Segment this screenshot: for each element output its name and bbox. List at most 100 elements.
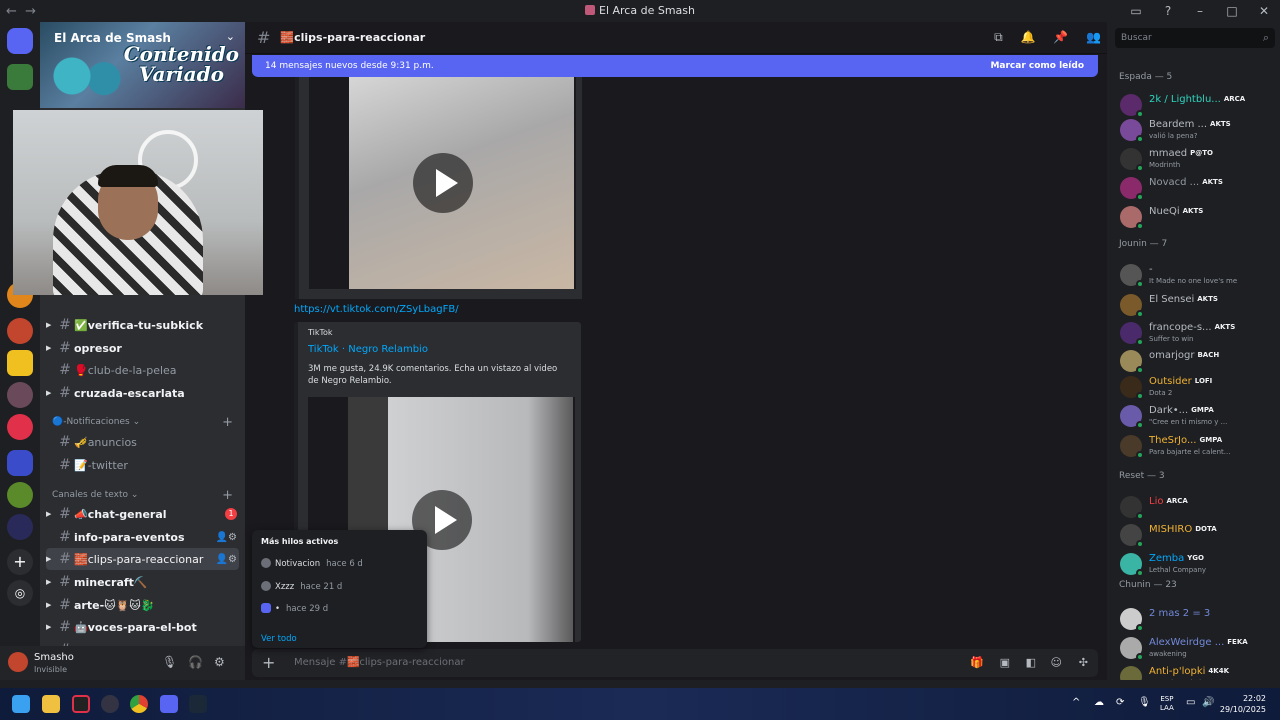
channel-clips-para-reaccionar[interactable]: ▶ # 🧱clips-para-reaccionar 👤⚙ — [46, 548, 239, 570]
server-icon[interactable] — [7, 64, 33, 90]
member-item[interactable]: francope-s... AKTS Suffer to win — [1117, 320, 1277, 346]
embed-title[interactable]: TikTok · Negro Relambio — [308, 344, 428, 355]
channel-anuncios[interactable]: # 🎺anuncios — [46, 431, 239, 453]
clock[interactable]: 22:02 29/10/2025 — [1220, 693, 1266, 715]
threads-icon[interactable]: ⧉ — [994, 30, 1003, 44]
channel-twitter[interactable]: # 📝-twitter — [46, 454, 239, 476]
member-item[interactable]: TheSrJo... GMPA Para bajarte el calent... — [1117, 433, 1277, 459]
display-icon[interactable]: ▭ — [1186, 697, 1195, 708]
discover-icon[interactable]: ◎ — [7, 580, 33, 606]
app-icon[interactable] — [101, 695, 119, 713]
category-notificaciones[interactable]: 🔵-Notificaciones ⌄ + — [52, 415, 237, 430]
discord-home-icon[interactable] — [7, 28, 33, 54]
member-item[interactable]: Dark•... GMPA "Cree en ti mismo y ... — [1117, 403, 1277, 429]
add-channel-icon[interactable]: + — [222, 488, 233, 503]
file-explorer-icon[interactable] — [42, 695, 60, 713]
add-server-icon[interactable]: + — [7, 549, 33, 575]
member-activity: Lethal Company — [1149, 566, 1207, 574]
member-item[interactable]: 2 mas 2 = 3 — [1117, 606, 1277, 632]
gift-icon[interactable]: 🎁 — [970, 656, 984, 669]
member-activity: awakening — [1149, 650, 1187, 658]
member-item[interactable]: MISHIRO DOTA — [1117, 522, 1277, 548]
member-item[interactable]: Outsider LOFI Dota 2 — [1117, 374, 1277, 400]
channel-opresor[interactable]: ▶ # opresor — [46, 337, 239, 359]
sticker-icon[interactable]: ◧ — [1026, 656, 1036, 669]
thread-item[interactable]: Notivacion hace 6 d — [261, 558, 421, 569]
thread-item[interactable]: Xzzz hace 21 d — [261, 581, 421, 592]
member-item[interactable]: mmaed P@TO Modrinth — [1117, 146, 1277, 172]
member-item[interactable]: El Sensei AKTS — [1117, 292, 1277, 318]
message-link[interactable]: https://vt.tiktok.com/ZSyLbagFB/ — [294, 304, 459, 315]
bell-icon[interactable]: 🔔 — [1020, 30, 1035, 44]
server-icon[interactable] — [7, 350, 33, 376]
attach-plus-icon[interactable]: + — [262, 653, 275, 672]
member-item[interactable]: Novacd ... AKTS — [1117, 175, 1277, 201]
see-all-link[interactable]: Ver todo — [261, 634, 297, 644]
maximize-button[interactable]: □ — [1216, 4, 1248, 18]
channel-settings-icon[interactable]: 👤⚙ — [216, 554, 237, 565]
channel-verifica[interactable]: ▶ # ✅verifica-tu-subkick — [46, 314, 239, 336]
gear-icon[interactable]: ⚙ — [214, 655, 225, 669]
microphone-icon[interactable]: 🎙 — [162, 655, 177, 669]
language-indicator[interactable]: ESP LAA — [1160, 695, 1174, 713]
chevron-up-icon[interactable]: ^ — [1072, 697, 1080, 708]
sync-icon[interactable]: ⟳ — [1116, 697, 1124, 708]
help-icon[interactable]: ? — [1152, 4, 1184, 18]
mark-as-read-button[interactable]: Marcar como leído — [990, 61, 1084, 71]
category-texto[interactable]: Canales de texto ⌄ + — [52, 488, 237, 503]
channel-info-para-eventos[interactable]: # info-para-eventos 👤⚙ — [46, 526, 239, 548]
minimize-button[interactable]: – — [1184, 4, 1216, 18]
member-item[interactable]: NueQi AKTS — [1117, 204, 1277, 230]
microphone-icon[interactable]: 🎙 — [1138, 697, 1151, 708]
server-icon[interactable] — [7, 318, 33, 344]
member-item[interactable]: Zemba YGO Lethal Company — [1117, 551, 1277, 577]
message-composer[interactable]: + Mensaje #🧱clips-para-reaccionar 🎁 ▣ ◧ … — [252, 649, 1098, 677]
member-item[interactable]: omarjogr BACH — [1117, 348, 1277, 374]
active-threads-popup: Más hilos activos Notivacion hace 6 d Xzz… — [252, 530, 427, 648]
inbox-icon[interactable]: ▭ — [1120, 4, 1152, 18]
message-input[interactable]: Mensaje #🧱clips-para-reaccionar — [294, 657, 465, 668]
member-item[interactable]: - It Made no one love's me — [1117, 262, 1277, 288]
member-item[interactable]: Lio ARCA — [1117, 494, 1277, 520]
server-banner[interactable]: El Arca de Smash ⌄ Contenido Variado — [40, 22, 245, 108]
avatar[interactable] — [8, 652, 28, 672]
play-icon[interactable] — [412, 153, 473, 213]
channel-info-niveles-check[interactable]: ▶#info-niveles-check — [46, 639, 239, 646]
volume-icon[interactable]: 🔊 — [1202, 697, 1214, 708]
server-icon[interactable] — [7, 482, 33, 508]
server-icon[interactable] — [7, 414, 33, 440]
app-icon[interactable] — [72, 695, 90, 713]
gif-icon[interactable]: ▣ — [1000, 656, 1010, 669]
channel-voces-para-el-bot[interactable]: ▶ # 🤖voces-para-el-bot — [46, 616, 239, 638]
server-icon[interactable] — [7, 382, 33, 408]
add-channel-icon[interactable]: + — [222, 415, 233, 430]
apps-icon[interactable]: ✣ — [1079, 656, 1088, 669]
member-item[interactable]: Beardem ... AKTS valió la pena? — [1117, 117, 1277, 143]
member-item[interactable]: AlexWeirdge ... FEKA awakening — [1117, 635, 1277, 661]
channel-settings-icon[interactable]: 👤⚙ — [216, 532, 237, 543]
channel-cruzada-escarlata[interactable]: ▶ # cruzada-escarlata — [46, 382, 239, 404]
thread-item[interactable]: • hace 29 d — [261, 603, 421, 614]
folder-icon[interactable] — [7, 450, 33, 476]
members-icon[interactable]: 👥 — [1086, 30, 1101, 44]
windows-start-icon[interactable] — [12, 695, 30, 713]
channel-arte[interactable]: ▶ # arte-🐱🦉🐱🐉 — [46, 594, 239, 616]
new-messages-bar[interactable]: 14 mensajes nuevos desde 9:31 p.m. Marca… — [252, 55, 1098, 77]
channel-club-de-la-pelea[interactable]: # 🥊club-de-la-pelea — [46, 359, 239, 381]
discord-icon[interactable] — [160, 695, 178, 713]
server-icon[interactable] — [7, 514, 33, 540]
steam-icon[interactable] — [189, 695, 207, 713]
video-player[interactable] — [309, 77, 576, 289]
cloud-icon[interactable]: ☁ — [1094, 697, 1104, 708]
search-input[interactable]: Buscar ⌕ — [1115, 28, 1275, 48]
pin-icon[interactable]: 📌 — [1053, 30, 1068, 44]
member-item[interactable]: 2k / Lightblu... ARCA — [1117, 92, 1277, 118]
headphones-icon[interactable]: 🎧 — [188, 655, 203, 669]
emoji-icon[interactable]: ☺ — [1051, 656, 1062, 669]
channel-minecraft[interactable]: ▶ # minecraft⛏️ — [46, 571, 239, 593]
back-forward-icons[interactable]: ← → — [0, 4, 40, 19]
chrome-icon[interactable] — [130, 695, 148, 713]
close-button[interactable]: ✕ — [1248, 4, 1280, 18]
channel-chat-general[interactable]: ▶ # 📣chat-general 1 — [46, 503, 239, 525]
member-item[interactable]: Anti-p'lopki4K4KPuto el que lo lea — [1117, 664, 1277, 680]
